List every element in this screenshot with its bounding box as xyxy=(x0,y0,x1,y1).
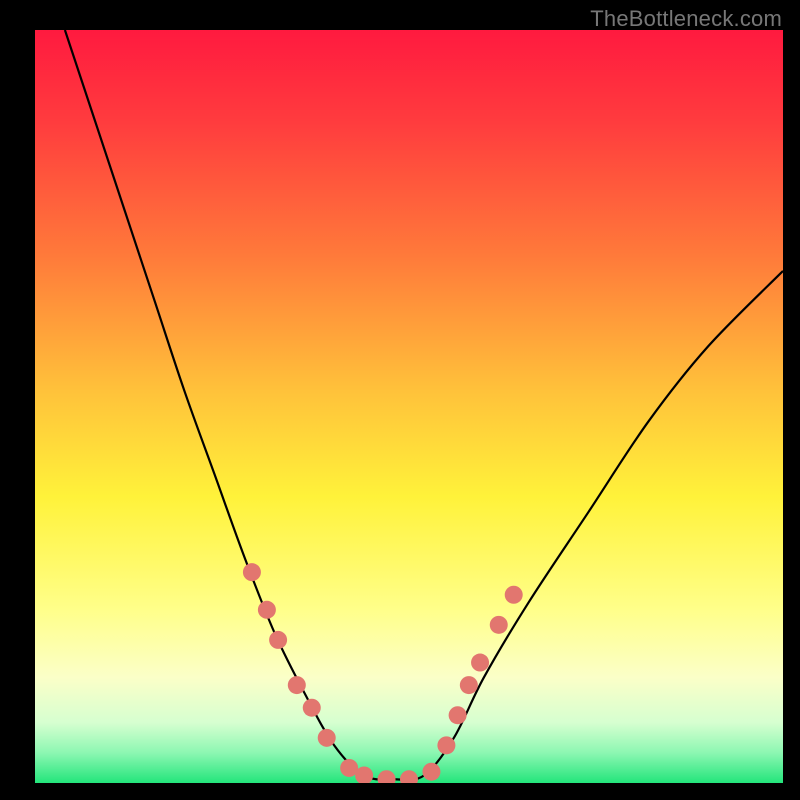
chart-frame: TheBottleneck.com xyxy=(0,0,800,800)
sample-dot xyxy=(490,616,508,634)
sample-dot xyxy=(449,706,467,724)
sample-dot xyxy=(471,654,489,672)
sample-dot xyxy=(258,601,276,619)
sample-dot xyxy=(243,563,261,581)
sample-dot xyxy=(303,699,321,717)
watermark-text: TheBottleneck.com xyxy=(590,6,782,32)
sample-dot xyxy=(437,736,455,754)
chart-svg xyxy=(35,30,783,783)
plot-area xyxy=(35,30,783,783)
sample-dot xyxy=(505,586,523,604)
sample-dot xyxy=(318,729,336,747)
sample-dot xyxy=(460,676,478,694)
sample-dot xyxy=(422,763,440,781)
sample-dot xyxy=(269,631,287,649)
sample-dot xyxy=(288,676,306,694)
gradient-background xyxy=(35,30,783,783)
